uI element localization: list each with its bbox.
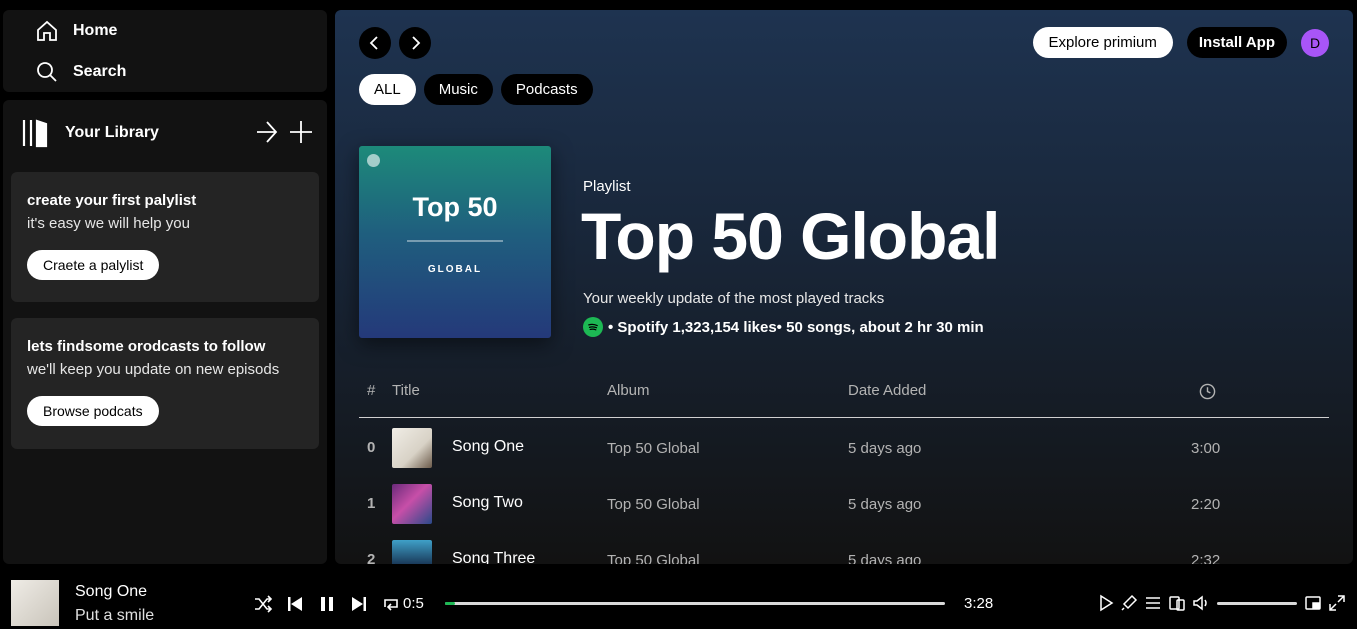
plus-icon[interactable] — [289, 116, 313, 148]
cover-title: Top 50 — [412, 192, 498, 222]
track-duration: 2:20 — [1191, 496, 1221, 513]
main-content: Explore primium Install App D ALL Music … — [335, 10, 1353, 564]
playlist-description: Your weekly update of the most played tr… — [583, 290, 885, 307]
track-title: Song Two — [452, 494, 523, 511]
track-album[interactable]: Top 50 Global — [607, 496, 700, 513]
avatar[interactable]: D — [1301, 28, 1329, 57]
playlist-meta-text: • Spotify 1,323,154 likes• 50 songs, abo… — [608, 318, 984, 336]
create-playlist-card: create your first palylist it's easy we … — [11, 172, 319, 302]
podcasts-card: lets findsome orodcasts to follow we'll … — [11, 318, 319, 449]
filter-podcasts[interactable]: Podcasts — [500, 74, 593, 105]
now-playing-thumbnail — [11, 580, 59, 626]
library-header[interactable]: Your Library — [21, 118, 159, 148]
table-row[interactable]: 2 Song Three Top 50 Global 5 days ago 2:… — [359, 532, 1329, 564]
current-time: 0:5 — [403, 595, 424, 612]
repeat-icon[interactable] — [381, 594, 401, 614]
track-album[interactable]: Top 50 Global — [607, 552, 700, 564]
table-row[interactable]: 1 Song Two Top 50 Global 5 days ago 2:20 — [359, 476, 1329, 532]
card-subtitle: we'll keep you update on new episods — [27, 361, 280, 378]
track-date-added: 5 days ago — [848, 440, 922, 457]
total-time: 3:28 — [964, 595, 994, 612]
cover-subtitle: GLOBAL — [427, 264, 483, 275]
now-playing-artist[interactable]: Put a smile — [75, 607, 154, 625]
queue-icon[interactable] — [1144, 594, 1162, 612]
track-title: Song One — [452, 438, 525, 455]
volume-icon[interactable] — [1192, 594, 1210, 612]
col-title: Title — [392, 382, 420, 399]
page-title: Top 50 Global — [581, 199, 1000, 273]
arrow-right-icon[interactable] — [255, 116, 279, 148]
track-date-added: 5 days ago — [848, 496, 922, 513]
chevron-left-icon — [369, 36, 378, 50]
pause-icon[interactable] — [317, 594, 337, 614]
track-duration: 2:32 — [1191, 552, 1221, 564]
back-button[interactable] — [359, 27, 391, 59]
track-album[interactable]: Top 50 Global — [607, 440, 700, 457]
track-thumbnail — [392, 428, 432, 468]
row-number: 1 — [367, 495, 376, 512]
progress-fill — [445, 602, 455, 605]
now-playing-title[interactable]: Song One — [75, 583, 147, 601]
player-bar: Song One Put a smile 0:5 3:28 — [0, 568, 1357, 629]
table-header: # Title Album Date Added — [359, 380, 1329, 418]
filter-all[interactable]: ALL — [359, 74, 416, 105]
microphone-icon[interactable] — [1120, 594, 1138, 612]
col-num: # — [367, 382, 376, 399]
track-thumbnail — [392, 540, 432, 564]
card-subtitle: it's easy we will help you — [27, 215, 190, 232]
play-icon[interactable] — [1097, 594, 1115, 612]
search-icon — [37, 62, 57, 82]
install-app-button[interactable]: Install App — [1186, 27, 1287, 58]
browse-podcasts-button[interactable]: Browse podcats — [27, 396, 159, 426]
library-icon — [22, 119, 48, 148]
cover-divider — [407, 240, 503, 242]
row-number: 0 — [367, 439, 376, 456]
previous-icon[interactable] — [285, 594, 305, 614]
library-panel: Your Library create your first palylist … — [3, 100, 327, 564]
create-playlist-button[interactable]: Craete a palylist — [27, 250, 160, 280]
col-date: Date Added — [848, 382, 927, 399]
shuffle-icon[interactable] — [253, 594, 273, 614]
nav-search-label: Search — [73, 63, 127, 80]
mini-player-icon[interactable] — [1304, 594, 1322, 612]
track-thumbnail — [392, 484, 432, 524]
spotify-icon — [583, 317, 603, 337]
nav-home[interactable]: Home — [35, 19, 117, 43]
chevron-right-icon — [412, 36, 421, 50]
filter-music[interactable]: Music — [423, 74, 493, 105]
nav-home-label: Home — [73, 22, 118, 39]
track-title: Song Three — [452, 550, 536, 564]
filter-chips: ALL Music Podcasts — [359, 74, 593, 105]
connect-device-icon[interactable] — [1168, 594, 1186, 612]
track-date-added: 5 days ago — [848, 552, 922, 564]
next-icon[interactable] — [349, 594, 369, 614]
row-number: 2 — [367, 551, 376, 564]
nav-panel: Home Search — [3, 10, 327, 92]
fullscreen-icon[interactable] — [1328, 594, 1346, 612]
track-duration: 3:00 — [1191, 440, 1221, 457]
library-title: Your Library — [65, 124, 159, 141]
col-album: Album — [607, 382, 650, 399]
playlist-cover: Top 50 GLOBAL — [359, 146, 551, 338]
explore-premium-button[interactable]: Explore primium — [1032, 27, 1173, 58]
playlist-meta: • Spotify 1,323,154 likes• 50 songs, abo… — [583, 317, 984, 337]
nav-search[interactable]: Search — [35, 60, 126, 84]
playlist-type: Playlist — [583, 178, 631, 195]
card-title: lets findsome orodcasts to follow — [27, 338, 266, 355]
forward-button[interactable] — [399, 27, 431, 59]
table-row[interactable]: 0 Song One Top 50 Global 5 days ago 3:00 — [359, 420, 1329, 476]
home-icon — [37, 20, 57, 41]
card-title: create your first palylist — [27, 192, 197, 209]
clock-icon — [1199, 383, 1216, 404]
spotify-logo-icon — [367, 154, 380, 167]
volume-slider[interactable] — [1217, 602, 1297, 605]
progress-bar[interactable] — [445, 602, 945, 605]
